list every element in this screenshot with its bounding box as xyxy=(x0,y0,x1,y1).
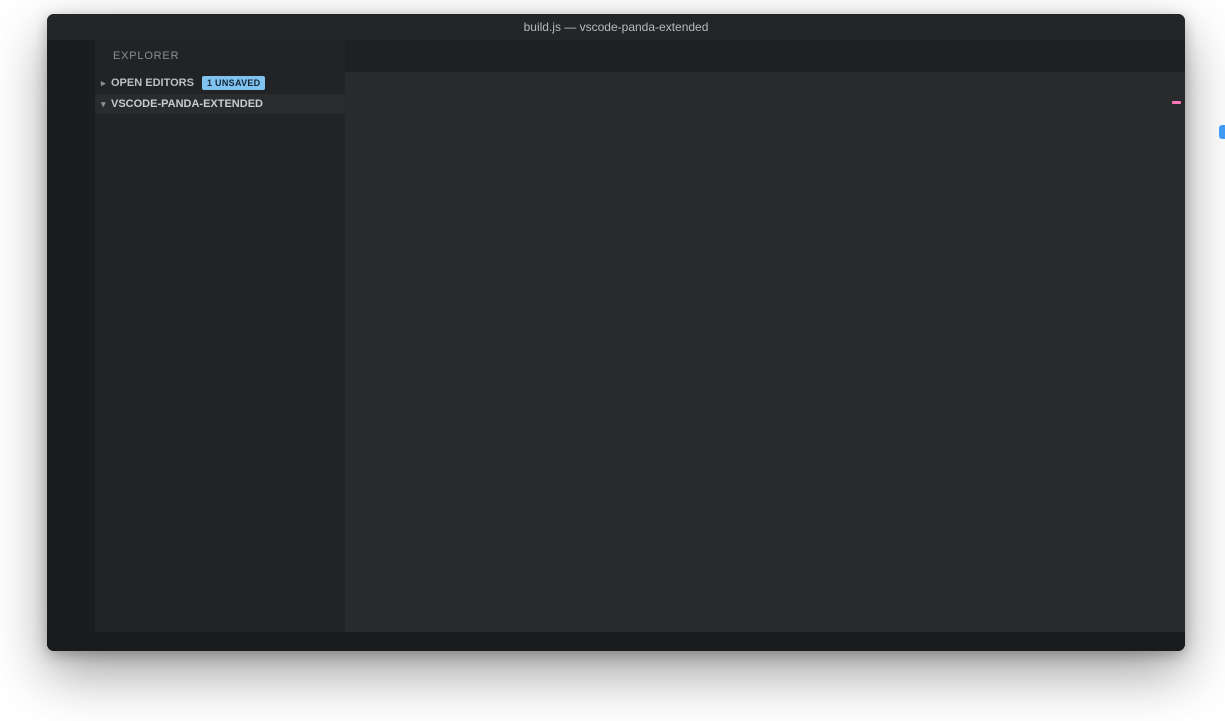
explorer-sidebar: EXPLORER ▸ OPEN EDITORS 1 UNSAVED ▾ VSCO… xyxy=(95,40,345,632)
tab-bar xyxy=(345,40,1185,72)
zoom-window-button[interactable] xyxy=(98,21,110,33)
traffic-lights xyxy=(58,21,110,33)
activity-bar xyxy=(47,40,95,632)
overview-ruler-mark xyxy=(1172,101,1181,104)
window-title: build.js — vscode-panda-extended xyxy=(523,20,709,34)
minimize-window-button[interactable] xyxy=(78,21,90,33)
code-editor[interactable] xyxy=(345,72,1185,632)
project-root-label: VSCODE-PANDA-EXTENDED xyxy=(111,98,263,110)
project-root-folder[interactable]: ▾ VSCODE-PANDA-EXTENDED xyxy=(95,94,345,114)
title-bar[interactable]: build.js — vscode-panda-extended xyxy=(47,14,1185,40)
file-tree xyxy=(95,117,345,632)
sidebar-title: EXPLORER xyxy=(113,50,180,62)
chevron-right-icon: ▸ xyxy=(101,77,106,88)
background-window-sliver xyxy=(1219,125,1225,139)
status-bar xyxy=(47,632,1185,651)
editor-group xyxy=(345,40,1185,632)
close-window-button[interactable] xyxy=(58,21,70,33)
chevron-down-icon: ▾ xyxy=(101,98,106,109)
open-editors-section[interactable]: ▸ OPEN EDITORS 1 UNSAVED xyxy=(95,72,345,94)
overview-ruler[interactable] xyxy=(1169,72,1185,632)
workbench: EXPLORER ▸ OPEN EDITORS 1 UNSAVED ▾ VSCO… xyxy=(47,40,1185,632)
vscode-window: build.js — vscode-panda-extended EXPLORE… xyxy=(47,14,1185,651)
open-editors-label: OPEN EDITORS xyxy=(111,77,194,89)
unsaved-badge: 1 UNSAVED xyxy=(201,76,266,90)
